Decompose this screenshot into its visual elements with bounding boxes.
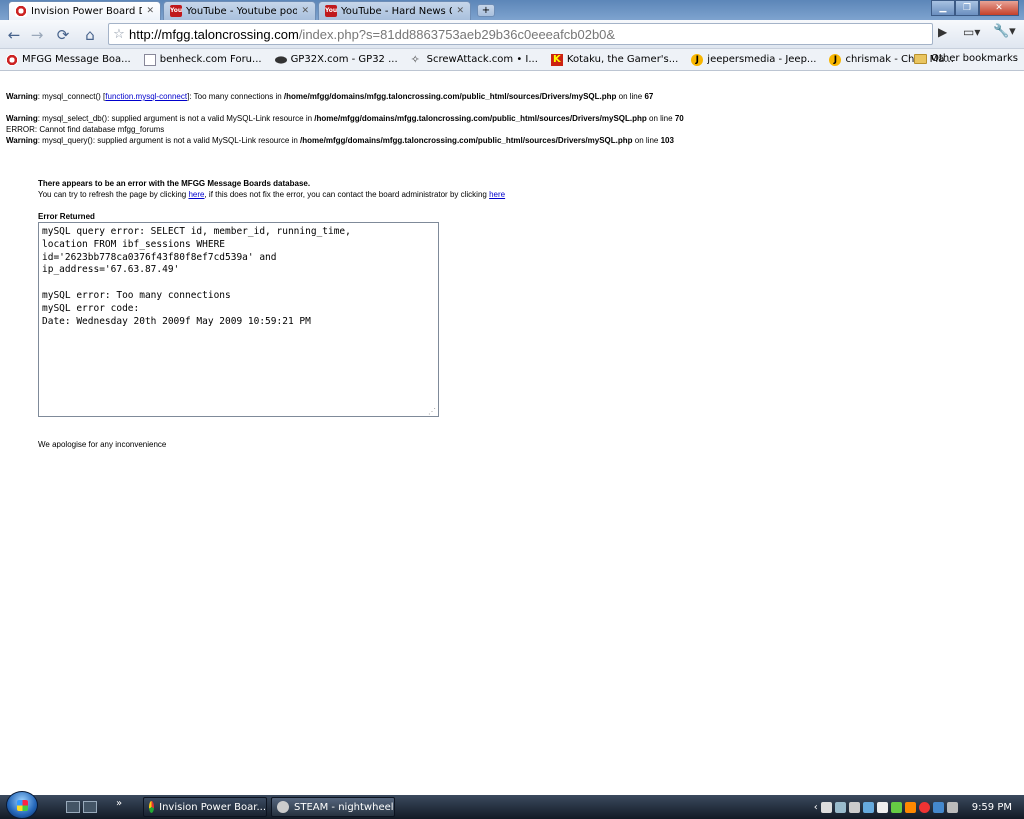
tray-expand-button[interactable]: ‹: [814, 802, 818, 813]
tray-icon[interactable]: [820, 801, 832, 813]
warning-line: Warning: mysql_query(): supplied argumen…: [6, 136, 674, 145]
tray-icon[interactable]: [918, 801, 930, 813]
warning-line: Warning: mysql_connect() [function.mysql…: [6, 92, 654, 101]
tab-invision-power-board[interactable]: Invision Power Board Dat... ✕: [8, 1, 161, 20]
chrome-icon: [149, 801, 155, 813]
system-tray: ‹ 9:59 PM: [814, 795, 1024, 819]
tab-label: YouTube - Hard News 05...: [341, 5, 452, 17]
function-link[interactable]: function.mysql-connect: [105, 92, 187, 101]
new-tab-button[interactable]: +: [477, 4, 495, 17]
steam-icon: [277, 801, 289, 813]
contact-admin-here-link[interactable]: here: [489, 190, 505, 199]
back-button[interactable]: ←: [4, 25, 24, 45]
tray-icon[interactable]: [862, 801, 874, 813]
tray-icon[interactable]: [890, 801, 902, 813]
jeepers-icon: J: [691, 53, 704, 66]
other-bookmarks-button[interactable]: Other bookmarks: [914, 53, 1018, 64]
bookmarks-bar: MFGG Message Boa... benheck.com Foru... …: [0, 49, 1024, 71]
browser-toolbar: ← → ⟳ ⌂ ☆ http://mfgg.taloncrossing.com/…: [0, 20, 1024, 49]
taskbar-item-steam[interactable]: STEAM - nightwheel: [271, 797, 395, 817]
switch-windows-icon[interactable]: [83, 801, 97, 813]
maximize-button[interactable]: ❐: [955, 0, 979, 16]
clock[interactable]: 9:59 PM: [972, 802, 1012, 813]
kotaku-icon: K: [550, 53, 563, 66]
gp32x-icon: [274, 55, 287, 64]
wrench-menu-icon[interactable]: 🔧▾: [993, 24, 1016, 39]
url-text: http://mfgg.taloncrossing.com/index.php?…: [129, 26, 616, 42]
screwattack-icon: ✧: [410, 52, 420, 66]
page-content: Warning: mysql_connect() [function.mysql…: [0, 72, 1024, 795]
tab-label: YouTube - Youtube poo...: [186, 5, 298, 17]
quicklaunch-overflow-button[interactable]: »: [116, 798, 122, 809]
error-help-text: You can try to refresh the page by click…: [38, 190, 506, 199]
tab-label: Invision Power Board Dat...: [31, 5, 142, 17]
youtube-favicon-icon: You: [170, 5, 182, 17]
warning-line: Warning: mysql_select_db(): supplied arg…: [6, 114, 684, 123]
volume-icon[interactable]: [946, 801, 958, 813]
refresh-here-link[interactable]: here: [188, 190, 204, 199]
close-icon[interactable]: ✕: [301, 6, 309, 16]
folder-icon: [914, 53, 928, 64]
tab-youtube-poo[interactable]: You YouTube - Youtube poo... ✕: [163, 1, 316, 20]
bookmark-screwattack[interactable]: ✧ ScrewAttack.com • I...: [410, 52, 538, 66]
resize-grip-icon[interactable]: ⋰: [428, 406, 436, 417]
jeepers-icon: J: [829, 53, 842, 66]
tray-icon[interactable]: [904, 801, 916, 813]
error-title: There appears to be an error with the MF…: [38, 179, 311, 188]
error-details-textarea[interactable]: mySQL query error: SELECT id, member_id,…: [38, 222, 439, 417]
tab-youtube-hard-news[interactable]: You YouTube - Hard News 05... ✕: [318, 1, 471, 20]
page-menu-icon[interactable]: ▭▾: [963, 25, 980, 39]
network-icon[interactable]: [932, 801, 944, 813]
apology-text: We apologise for any inconvenience: [38, 440, 167, 449]
start-button[interactable]: [6, 791, 38, 819]
tray-icon[interactable]: [848, 801, 860, 813]
window-controls: ▁ ❐ ✕: [931, 0, 1019, 16]
taskbar-item-chrome[interactable]: Invision Power Boar...: [143, 797, 267, 817]
address-bar[interactable]: ☆ http://mfgg.taloncrossing.com/index.ph…: [108, 23, 933, 45]
youtube-favicon-icon: You: [325, 5, 337, 17]
bookmark-gp32x[interactable]: GP32X.com - GP32 ...: [274, 54, 398, 66]
tab-strip: Invision Power Board Dat... ✕ You YouTub…: [0, 0, 1024, 20]
close-icon[interactable]: ✕: [146, 6, 154, 16]
error-line: ERROR: Cannot find database mfgg_forums: [6, 125, 165, 134]
tray-icon[interactable]: [834, 801, 846, 813]
bookmark-mfgg[interactable]: MFGG Message Boa...: [6, 53, 131, 66]
bookmark-kotaku[interactable]: K Kotaku, the Gamer's...: [550, 53, 678, 66]
reload-button[interactable]: ⟳: [53, 25, 73, 45]
mfgg-favicon-icon: [15, 5, 27, 17]
minimize-button[interactable]: ▁: [931, 0, 955, 16]
bookmark-jeepersmedia[interactable]: Jjeepersmedia - Jeep...: [691, 53, 816, 66]
error-message-block: There appears to be an error with the MF…: [38, 178, 738, 200]
tray-icon[interactable]: [876, 801, 888, 813]
close-window-button[interactable]: ✕: [979, 0, 1019, 16]
windows-taskbar: » Invision Power Boar... STEAM - nightwh…: [0, 791, 1024, 819]
bookmark-benheck[interactable]: benheck.com Foru...: [143, 53, 262, 66]
forward-button[interactable]: →: [27, 25, 47, 45]
mfgg-icon: [6, 53, 18, 66]
error-returned-label: Error Returned: [38, 212, 95, 221]
home-button[interactable]: ⌂: [80, 25, 100, 45]
bookmark-star-icon[interactable]: ☆: [109, 27, 129, 42]
show-desktop-icon[interactable]: [66, 801, 80, 813]
close-icon[interactable]: ✕: [456, 6, 464, 16]
page-icon: [143, 53, 156, 66]
go-arrow-icon[interactable]: ▶: [938, 25, 947, 39]
